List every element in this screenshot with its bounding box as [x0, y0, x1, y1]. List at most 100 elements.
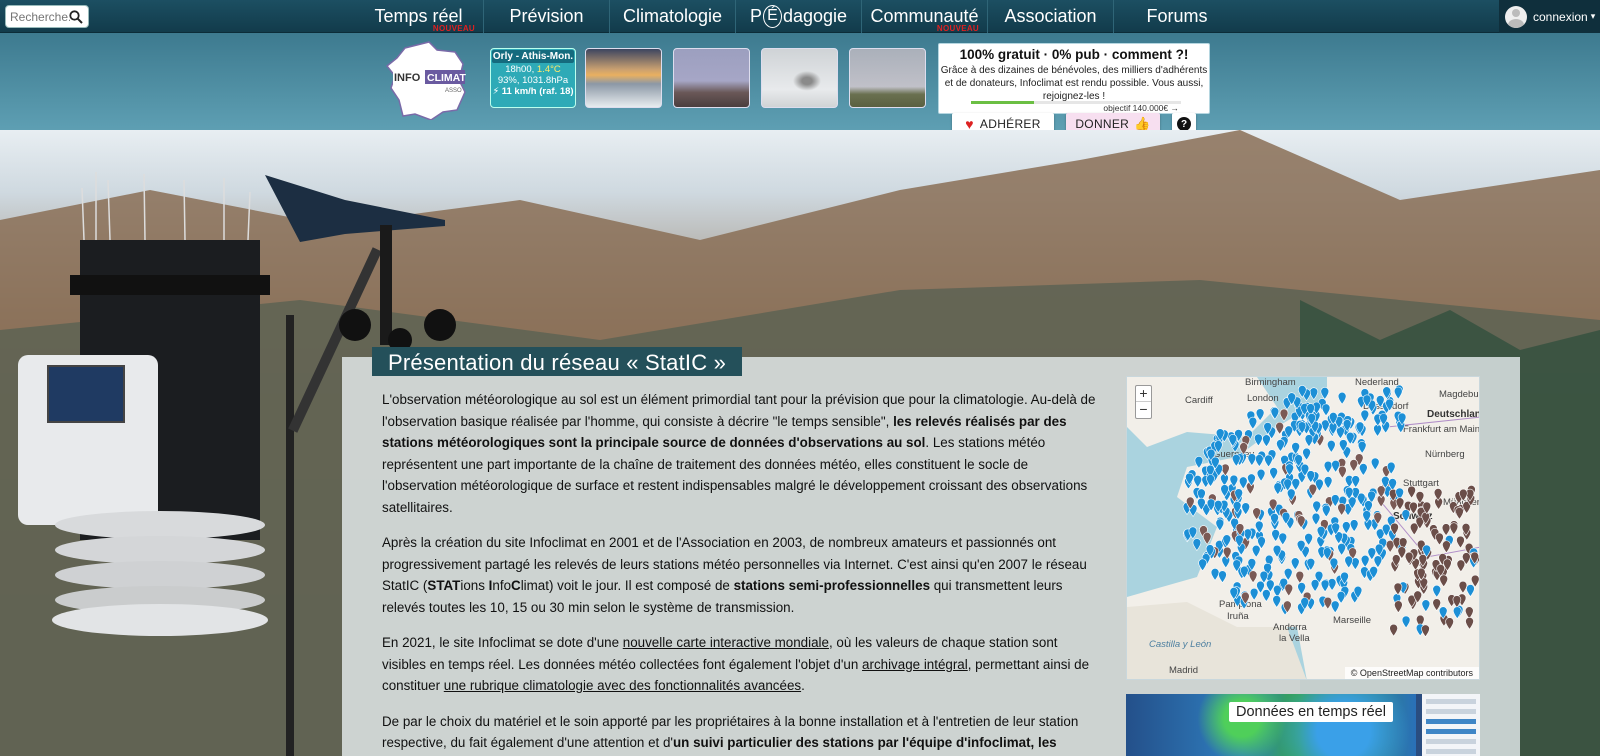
station-marker[interactable] — [1291, 478, 1301, 491]
station-marker[interactable] — [1337, 391, 1347, 405]
station-marker[interactable] — [1251, 544, 1261, 558]
station-marker[interactable] — [1458, 580, 1468, 594]
station-marker[interactable] — [1336, 591, 1346, 604]
station-marker[interactable] — [1373, 424, 1382, 437]
station-marker[interactable] — [1407, 485, 1416, 499]
link-archive[interactable]: archivage intégral — [862, 657, 968, 672]
station-marker[interactable] — [1269, 467, 1278, 480]
realtime-data-preview[interactable]: Données en temps réel — [1126, 694, 1480, 756]
station-marker[interactable] — [1445, 617, 1454, 631]
station-marker[interactable] — [1255, 408, 1265, 422]
link-climatology[interactable]: une rubrique climatologie avec des fonct… — [444, 678, 801, 693]
station-marker[interactable] — [1279, 408, 1289, 422]
station-marker[interactable] — [1321, 403, 1331, 417]
station-marker[interactable] — [1248, 416, 1258, 430]
station-marker[interactable] — [1271, 529, 1280, 542]
station-marker[interactable] — [1193, 475, 1203, 488]
search-icon[interactable] — [69, 10, 83, 24]
station-marker[interactable] — [1349, 519, 1359, 533]
station-marker[interactable] — [1360, 409, 1370, 423]
photo-thumbnail-sunset-fog[interactable] — [585, 48, 662, 108]
station-marker[interactable] — [1264, 454, 1273, 468]
station-marker[interactable] — [1330, 600, 1340, 614]
station-marker[interactable] — [1456, 535, 1465, 549]
menu-prevision[interactable]: Prévision — [484, 0, 610, 33]
station-marker[interactable] — [1194, 456, 1204, 469]
station-observation-card[interactable]: Orly - Athis-Mon. 18h00, 1.4°C 93%, 1031… — [490, 48, 576, 108]
station-marker[interactable] — [1360, 554, 1370, 568]
station-marker[interactable] — [1247, 453, 1257, 467]
station-marker[interactable] — [1256, 468, 1266, 482]
stations-map[interactable]: + − Birmingham Nederland Magdebu Cardiff… — [1126, 376, 1480, 680]
station-marker[interactable] — [1441, 523, 1451, 537]
menu-association[interactable]: Association — [988, 0, 1114, 33]
menu-pedagogie[interactable]: P Édagogie — [736, 0, 862, 33]
station-marker[interactable] — [1401, 509, 1411, 523]
station-marker[interactable] — [1330, 494, 1340, 508]
station-marker[interactable] — [1395, 497, 1405, 511]
station-marker[interactable] — [1278, 532, 1288, 546]
station-marker[interactable] — [1456, 559, 1466, 573]
station-marker[interactable] — [1323, 596, 1333, 610]
station-marker[interactable] — [1320, 579, 1330, 593]
station-marker[interactable] — [1272, 595, 1281, 608]
station-marker[interactable] — [1290, 557, 1300, 571]
station-marker[interactable] — [1464, 606, 1474, 620]
station-marker[interactable] — [1304, 434, 1314, 448]
station-marker[interactable] — [1302, 447, 1311, 461]
station-marker[interactable] — [1344, 555, 1354, 569]
infoclimat-logo[interactable]: INFO CLIMAT ASSO — [385, 40, 469, 120]
station-marker[interactable] — [1336, 426, 1345, 440]
station-marker[interactable] — [1421, 599, 1431, 613]
station-marker[interactable] — [1337, 542, 1346, 556]
station-marker[interactable] — [1401, 615, 1411, 629]
menu-temps-reel[interactable]: Temps réel NOUVEAU — [354, 0, 484, 33]
station-marker[interactable] — [1359, 463, 1368, 476]
station-marker[interactable] — [1338, 465, 1347, 479]
station-marker[interactable] — [1452, 606, 1462, 620]
station-marker[interactable] — [1284, 583, 1294, 597]
station-marker[interactable] — [1341, 521, 1351, 535]
station-marker[interactable] — [1248, 570, 1258, 584]
station-marker[interactable] — [1432, 584, 1442, 598]
station-marker[interactable] — [1238, 476, 1248, 490]
photo-thumbnail-frosty-tree[interactable] — [761, 48, 838, 108]
station-marker[interactable] — [1221, 555, 1231, 569]
station-marker[interactable] — [1357, 441, 1367, 454]
station-marker[interactable] — [1349, 459, 1359, 472]
station-marker[interactable] — [1466, 584, 1475, 598]
station-marker[interactable] — [1327, 440, 1336, 453]
station-marker[interactable] — [1455, 506, 1464, 520]
station-marker[interactable] — [1254, 520, 1264, 534]
station-marker[interactable] — [1421, 624, 1430, 638]
station-marker[interactable] — [1370, 457, 1380, 471]
station-marker[interactable] — [1409, 501, 1418, 515]
station-marker[interactable] — [1254, 433, 1263, 447]
station-marker[interactable] — [1373, 555, 1383, 569]
station-marker[interactable] — [1449, 522, 1459, 536]
station-marker[interactable] — [1312, 500, 1321, 514]
station-marker[interactable] — [1320, 387, 1330, 400]
menu-climatologie[interactable]: Climatologie — [610, 0, 736, 33]
station-marker[interactable] — [1270, 407, 1280, 420]
station-marker[interactable] — [1262, 589, 1271, 602]
station-marker[interactable] — [1218, 570, 1227, 584]
station-marker[interactable] — [1389, 623, 1398, 637]
station-marker[interactable] — [1321, 504, 1331, 518]
station-marker[interactable] — [1241, 502, 1251, 516]
station-marker[interactable] — [1202, 532, 1212, 545]
station-marker[interactable] — [1442, 540, 1451, 554]
station-marker[interactable] — [1394, 600, 1403, 614]
menu-communaute[interactable]: Communauté NOUVEAU — [862, 0, 988, 33]
station-marker[interactable] — [1276, 439, 1285, 452]
station-marker[interactable] — [1295, 570, 1305, 584]
station-marker[interactable] — [1337, 503, 1346, 516]
station-marker[interactable] — [1439, 574, 1449, 588]
photo-thumbnail-grey-sky[interactable] — [849, 48, 926, 108]
login-button[interactable]: connexion ▾ — [1499, 0, 1600, 33]
station-marker[interactable] — [1220, 473, 1229, 487]
station-marker[interactable] — [1393, 386, 1403, 400]
photo-thumbnail-foggy-field[interactable] — [673, 48, 750, 108]
search-box[interactable] — [5, 5, 89, 28]
station-marker[interactable] — [1323, 476, 1333, 489]
